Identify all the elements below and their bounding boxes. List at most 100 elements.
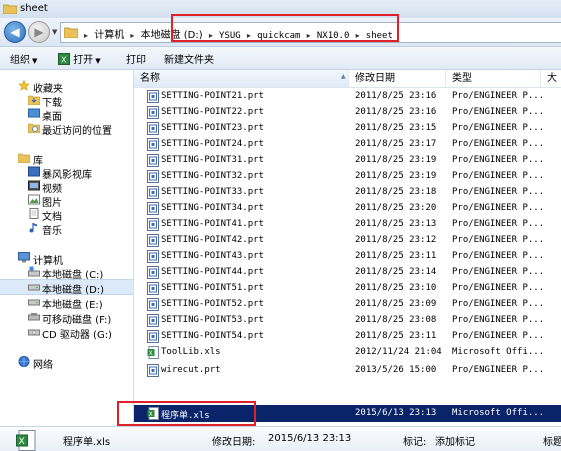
details-modified-label: 修改日期:	[212, 437, 256, 448]
nav-music[interactable]: 音乐	[0, 221, 133, 237]
excel-icon: X	[58, 53, 70, 65]
nav-label: 本地磁盘 (D:)	[42, 285, 105, 296]
file-row[interactable]: SETTING-POINT53.prt 2011/8/25 23:08 Pro/EN…	[134, 312, 561, 329]
file-name: SETTING-POINT42.prt	[161, 235, 264, 245]
nav-drive-d[interactable]: 本地磁盘 (D:)	[0, 279, 133, 296]
document-icon	[29, 208, 39, 219]
file-row[interactable]: SETTING-POINT44.prt 2011/8/25 23:14 Pro/EN…	[134, 264, 561, 281]
nav-favorites[interactable]: 收藏夹	[0, 79, 133, 95]
nav-storm-library[interactable]: 暴风影视库	[0, 165, 133, 181]
nav-desktop[interactable]: 桌面	[0, 107, 133, 123]
picture-icon	[28, 194, 40, 205]
file-row[interactable]: SETTING-POINT52.prt 2011/8/25 23:09 Pro/EN…	[134, 296, 561, 313]
star-icon	[18, 80, 30, 91]
nav-drive-e[interactable]: 本地磁盘 (E:)	[0, 295, 133, 311]
file-name: SETTING-POINT44.prt	[161, 267, 264, 277]
navigation-pane: 收藏夹 下载 桌面 最近访问的位置 库 暴风影视库 视频 图片 文档 音乐 计算…	[0, 70, 134, 425]
prt-file-icon	[147, 90, 159, 103]
file-type: Pro/ENGINEER P...	[452, 365, 545, 375]
column-type-label: 类型	[452, 73, 472, 84]
prt-file-icon	[147, 202, 159, 215]
file-date: 2011/8/25 23:10	[355, 283, 437, 293]
media-library-icon	[28, 166, 40, 177]
prt-file-icon	[147, 364, 159, 377]
sort-up-icon: ▲	[341, 73, 346, 80]
nav-videos[interactable]: 视频	[0, 179, 133, 195]
chevron-right-icon[interactable]: ▸	[84, 31, 88, 40]
column-type[interactable]: 类型	[446, 70, 541, 87]
nav-removable-drive[interactable]: 可移动磁盘 (F:)	[0, 310, 133, 326]
nav-recent[interactable]: 最近访问的位置	[0, 121, 133, 137]
nav-network[interactable]: 网络	[0, 355, 133, 371]
file-name: SETTING-POINT31.prt	[161, 155, 264, 165]
nav-pictures[interactable]: 图片	[0, 193, 133, 209]
file-type: Pro/ENGINEER P...	[452, 123, 545, 133]
nav-label: 网络	[33, 360, 53, 371]
prt-file-icon	[147, 314, 159, 327]
print-button[interactable]: 打印	[126, 51, 146, 66]
crumb-computer[interactable]: 计算机	[94, 30, 124, 41]
organize-label: 组织	[10, 55, 30, 66]
nav-libraries[interactable]: 库	[0, 151, 133, 167]
column-name[interactable]: ▲ 名称	[134, 70, 349, 87]
prt-file-icon	[147, 170, 159, 183]
file-date: 2011/8/25 23:08	[355, 315, 437, 325]
file-row[interactable]: X ToolLib.xls 2012/11/24 21:04 Microsoft Of…	[134, 344, 561, 361]
file-date: 2011/8/25 23:09	[355, 299, 437, 309]
computer-icon	[18, 252, 30, 263]
file-type: Pro/ENGINEER P...	[452, 219, 545, 229]
file-row[interactable]: SETTING-POINT43.prt 2011/8/25 23:11 Pro/EN…	[134, 248, 561, 265]
window-title: sheet	[20, 3, 48, 14]
cd-drive-icon	[28, 329, 40, 336]
column-size[interactable]: 大	[541, 70, 561, 87]
file-date: 2011/8/25 23:19	[355, 171, 437, 181]
chevron-right-icon[interactable]: ▸	[130, 31, 134, 40]
new-folder-button[interactable]: 新建文件夹	[164, 51, 214, 66]
file-row[interactable]: SETTING-POINT23.prt 2011/8/25 23:15 Pro/EN…	[134, 120, 561, 137]
file-type: Pro/ENGINEER P...	[452, 331, 545, 341]
nav-drive-c[interactable]: 本地磁盘 (C:)	[0, 265, 133, 281]
file-name: SETTING-POINT21.prt	[161, 91, 264, 101]
nav-downloads[interactable]: 下载	[0, 93, 133, 109]
file-row[interactable]: SETTING-POINT31.prt 2011/8/25 23:19 Pro/EN…	[134, 152, 561, 169]
file-row[interactable]: wirecut.prt 2013/5/26 15:00 Pro/ENGINEER P…	[134, 362, 561, 379]
nav-label: CD 驱动器 (G:)	[42, 330, 112, 341]
file-row[interactable]: SETTING-POINT33.prt 2011/8/25 23:18 Pro/EN…	[134, 184, 561, 201]
forward-button[interactable]: ▶	[28, 21, 50, 43]
file-date: 2011/8/25 23:11	[355, 251, 437, 261]
file-row[interactable]: SETTING-POINT24.prt 2011/8/25 23:17 Pro/EN…	[134, 136, 561, 153]
column-size-label: 大	[547, 73, 557, 84]
prt-file-icon	[147, 282, 159, 295]
column-modified-label: 修改日期	[355, 73, 395, 84]
desktop-icon	[28, 108, 40, 118]
file-type: Pro/ENGINEER P...	[452, 251, 545, 261]
svg-text:X: X	[19, 437, 25, 447]
organize-button[interactable]: 组织 ▼	[10, 51, 37, 66]
nav-computer[interactable]: 计算机	[0, 251, 133, 267]
file-date: 2011/8/25 23:15	[355, 123, 437, 133]
file-row[interactable]: SETTING-POINT42.prt 2011/8/25 23:12 Pro/EN…	[134, 232, 561, 249]
details-tags-value[interactable]: 添加标记	[435, 433, 475, 448]
column-modified[interactable]: 修改日期	[349, 70, 446, 87]
details-modified-value: 2015/6/13 23:13	[268, 433, 352, 444]
prt-file-icon	[147, 234, 159, 247]
file-row[interactable]: SETTING-POINT41.prt 2011/8/25 23:13 Pro/EN…	[134, 216, 561, 233]
nav-cd-drive[interactable]: CD 驱动器 (G:)	[0, 325, 133, 341]
file-row[interactable]: SETTING-POINT51.prt 2011/8/25 23:10 Pro/EN…	[134, 280, 561, 297]
file-row[interactable]: SETTING-POINT34.prt 2011/8/25 23:20 Pro/EN…	[134, 200, 561, 217]
nav-label: 可移动磁盘 (F:)	[42, 315, 112, 326]
open-button[interactable]: X 打开 ▼	[58, 51, 101, 66]
excel-file-icon: X	[16, 430, 36, 451]
library-icon	[18, 153, 30, 163]
file-row[interactable]: SETTING-POINT32.prt 2011/8/25 23:19 Pro/EN…	[134, 168, 561, 185]
file-date: 2011/8/25 23:12	[355, 235, 437, 245]
nav-documents[interactable]: 文档	[0, 207, 133, 223]
history-dropdown-icon[interactable]: ▼	[52, 28, 57, 36]
back-button[interactable]: ◀	[4, 21, 26, 43]
file-row[interactable]: SETTING-POINT21.prt 2011/8/25 23:16 Pro/EN…	[134, 88, 561, 105]
highlight-box-address	[171, 14, 399, 42]
file-row[interactable]: SETTING-POINT22.prt 2011/8/25 23:16 Pro/EN…	[134, 104, 561, 121]
file-name: SETTING-POINT52.prt	[161, 299, 264, 309]
file-row[interactable]: SETTING-POINT54.prt 2011/8/25 23:11 Pro/EN…	[134, 328, 561, 345]
prt-file-icon	[147, 298, 159, 311]
